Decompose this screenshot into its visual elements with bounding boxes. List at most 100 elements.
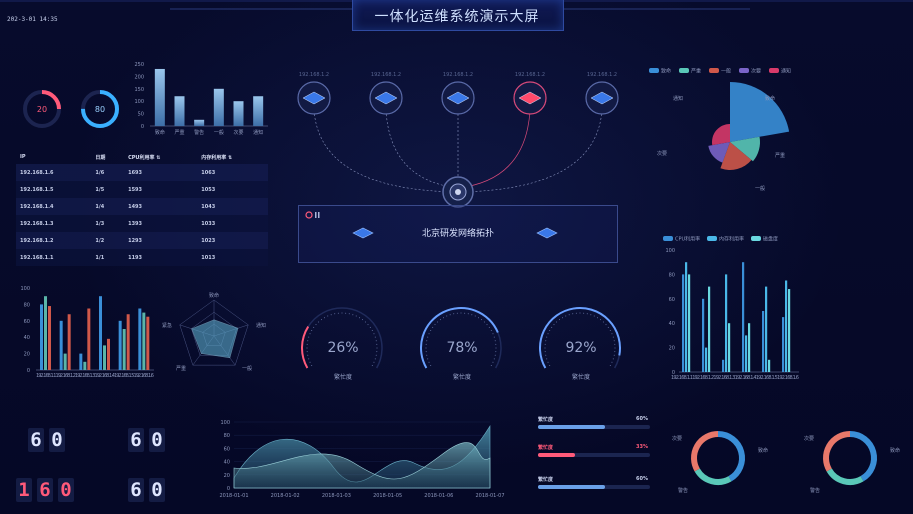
bar <box>174 96 185 126</box>
rose-slice <box>712 124 730 146</box>
y-tick: 0 <box>27 368 30 374</box>
y-tick: 50 <box>138 112 144 118</box>
x-tick: 192.168.1.1192.168.1.2192.168.1.3192.168… <box>36 373 154 379</box>
table-cell: 192.168.1.4 <box>16 198 92 215</box>
y-tick: 0 <box>227 486 230 492</box>
bar <box>126 314 130 370</box>
table-row[interactable]: 192.168.1.3 1/3 1393 1033 <box>16 215 268 232</box>
x-tick: 次要 <box>233 129 243 136</box>
table-row[interactable]: 192.168.1.5 1/5 1593 1053 <box>16 181 268 198</box>
table-cell: 1033 <box>197 215 268 232</box>
counter-digit: 0 <box>149 478 165 502</box>
x-tick: 警告 <box>194 129 204 136</box>
legend-label: 严重 <box>691 68 701 75</box>
col-cpu-sort[interactable]: CPU利用率 ⇅ <box>124 150 197 164</box>
switch-node[interactable] <box>510 78 550 118</box>
table-row[interactable]: 192.168.1.6 1/6 1693 1063 <box>16 164 268 181</box>
y-tick: 40 <box>669 321 675 327</box>
counter-digit: 6 <box>37 478 53 502</box>
bar <box>99 296 102 370</box>
bar <box>194 119 205 126</box>
ring-label: 致命 <box>890 447 900 454</box>
bar <box>107 338 110 370</box>
ring-label: 次要 <box>672 435 682 442</box>
col-ip: IP <box>20 154 26 160</box>
y-tick: 20 <box>224 473 230 479</box>
bar <box>79 353 83 370</box>
legend-label: 次要 <box>751 68 761 75</box>
page-title: 一体化运维系统演示大屏 <box>374 9 540 25</box>
table-cell: 192.168.1.1 <box>16 249 92 266</box>
bar <box>688 274 691 372</box>
switch-node[interactable] <box>294 78 334 118</box>
table-cell: 1593 <box>124 181 198 198</box>
play-pause-icon[interactable] <box>305 210 325 220</box>
alarm-bar-chart: 250 200 150 100 50 0 致命 严重 警告 一般 次要 通知 <box>134 62 268 136</box>
switch-node[interactable] <box>438 78 478 118</box>
bar <box>762 311 765 372</box>
bar <box>44 296 47 370</box>
bar <box>685 262 688 372</box>
table-row[interactable]: 192.168.1.4 1/4 1493 1043 <box>16 198 268 215</box>
switch-node[interactable] <box>582 78 622 118</box>
legend-label: 磁盘度 <box>763 236 778 243</box>
bar <box>146 316 150 370</box>
y-tick: 150 <box>134 87 144 93</box>
y-tick: 40 <box>24 335 30 341</box>
table-cell: 1063 <box>197 164 268 181</box>
bar <box>142 312 146 370</box>
area-chart: 100 80 60 40 20 02018-01-01 2018-01-02 2018-01-… <box>219 420 504 498</box>
clock-text: 202-3-01 14:35 <box>7 16 58 23</box>
table-cell: 1043 <box>197 198 268 215</box>
gauge-label: 繁忙度 <box>452 374 471 381</box>
bar <box>118 320 122 370</box>
bar <box>48 306 51 370</box>
y-tick: 100 <box>134 99 144 105</box>
ring-segment <box>691 431 719 472</box>
ring-segment <box>694 468 732 485</box>
counter-digit: 0 <box>49 428 65 452</box>
y-tick: 100 <box>665 248 675 254</box>
y-tick: 100 <box>220 420 230 426</box>
ring-segment <box>849 431 877 482</box>
table-cell: 1/6 <box>91 164 125 181</box>
ring-label: 致命 <box>758 447 768 454</box>
progress-fill <box>538 485 606 489</box>
bar <box>59 320 63 370</box>
table-cell: 1293 <box>124 232 198 249</box>
counter-digit: 0 <box>149 428 165 452</box>
progress-fill <box>538 425 606 429</box>
bar <box>788 289 791 372</box>
counter-digit: 1 <box>16 478 32 502</box>
x-tick: 2018-01-02 <box>271 493 300 498</box>
table-row[interactable]: 192.168.1.1 1/1 1193 1013 <box>16 249 268 266</box>
progress-value: 60% <box>636 416 648 422</box>
table-cell: 1393 <box>124 215 198 232</box>
table-cell: 1/2 <box>91 232 125 249</box>
bar <box>253 96 264 126</box>
col-mem-sort[interactable]: 内存利用率 ⇅ <box>197 150 268 164</box>
progress-bar <box>538 425 650 429</box>
legend-label: 一般 <box>721 68 731 75</box>
title-panel: 一体化运维系统演示大屏 <box>352 0 564 31</box>
switch-node[interactable] <box>366 78 406 118</box>
donut-value-2: 80 <box>95 105 105 114</box>
table-cell: 192.168.1.6 <box>16 164 92 181</box>
table-cell: 1053 <box>197 181 268 198</box>
bar <box>765 286 768 372</box>
bar <box>213 88 224 126</box>
y-tick: 200 <box>134 74 144 80</box>
bar <box>154 68 165 126</box>
y-tick: 0 <box>141 124 144 130</box>
bar <box>725 274 728 372</box>
ring-label: 次要 <box>804 435 814 442</box>
y-tick: 80 <box>24 302 30 308</box>
col-date: 日期 <box>95 154 106 161</box>
bar <box>103 345 106 370</box>
progress-value: 60% <box>636 476 648 482</box>
table-row[interactable]: 192.168.1.2 1/2 1293 1023 <box>16 232 268 249</box>
y-tick: 60 <box>669 297 675 303</box>
x-tick: 192.168.1.1192.168.1.2192.168.1.3192.168… <box>671 375 799 381</box>
gauge-value: 92% <box>565 340 597 356</box>
bar <box>745 335 748 372</box>
